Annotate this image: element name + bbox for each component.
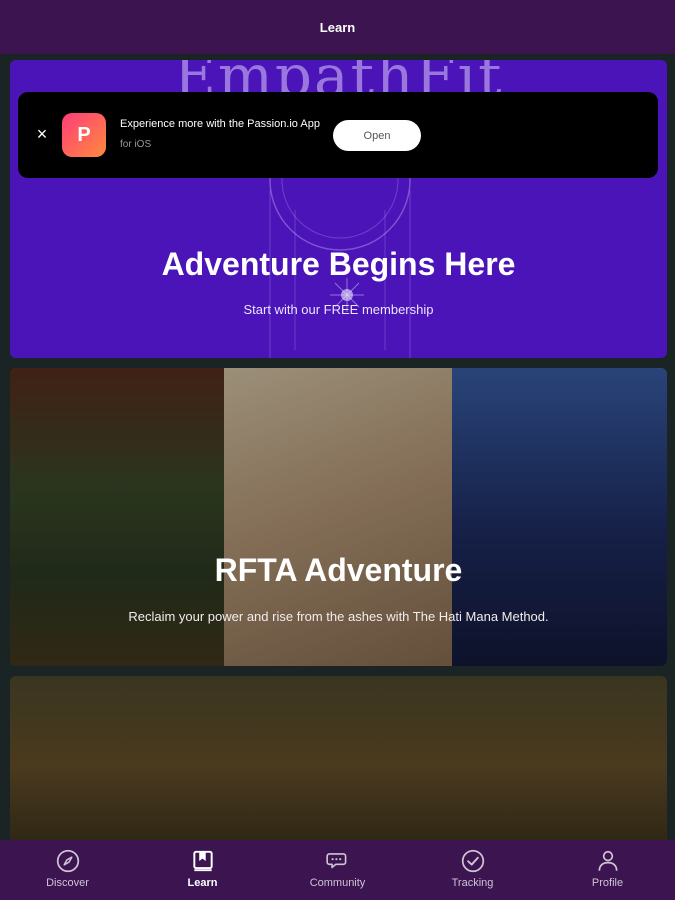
top-app-bar: Learn xyxy=(0,0,675,54)
banner-platform: for iOS xyxy=(120,139,152,150)
card-title: Adventure Begins Here xyxy=(161,246,516,282)
check-circle-icon xyxy=(461,849,484,873)
card-subtitle: Reclaim your power and rise from the ash… xyxy=(128,609,549,624)
tab-community[interactable]: Community xyxy=(270,840,405,900)
tab-label: Profile xyxy=(591,877,624,889)
close-icon[interactable]: × xyxy=(32,122,52,146)
tab-profile[interactable]: Profile xyxy=(540,840,675,900)
tab-learn[interactable]: Learn xyxy=(135,840,270,900)
banner-message: Experience more with the Passion.io App xyxy=(120,118,320,130)
tab-label: Learn xyxy=(187,877,218,889)
card-photo-autumn-portrait xyxy=(10,676,667,840)
course-card-rfta-adventure[interactable]: RFTA Adventure Reclaim your power and ri… xyxy=(10,368,667,666)
open-app-button[interactable]: Open xyxy=(333,120,421,151)
book-icon xyxy=(192,850,213,872)
tab-tracking[interactable]: Tracking xyxy=(405,840,540,900)
tab-label: Discover xyxy=(46,877,89,889)
course-card-third[interactable] xyxy=(10,676,667,840)
card-title: RFTA Adventure xyxy=(214,552,463,588)
person-icon xyxy=(597,850,618,871)
app-install-banner: × P Experience more with the Passion.io … xyxy=(18,92,658,178)
tab-label: Tracking xyxy=(451,877,494,889)
compass-icon xyxy=(56,849,79,873)
card-subtitle: Start with our FREE membership xyxy=(243,302,434,317)
chat-icon xyxy=(325,853,346,869)
tab-discover[interactable]: Discover xyxy=(0,840,135,900)
passion-app-icon: P xyxy=(62,113,106,157)
tab-label: Community xyxy=(309,877,366,889)
page-title: Learn xyxy=(319,19,356,35)
bottom-tab-bar: Discover Learn Community Tracking Profil… xyxy=(0,840,675,900)
